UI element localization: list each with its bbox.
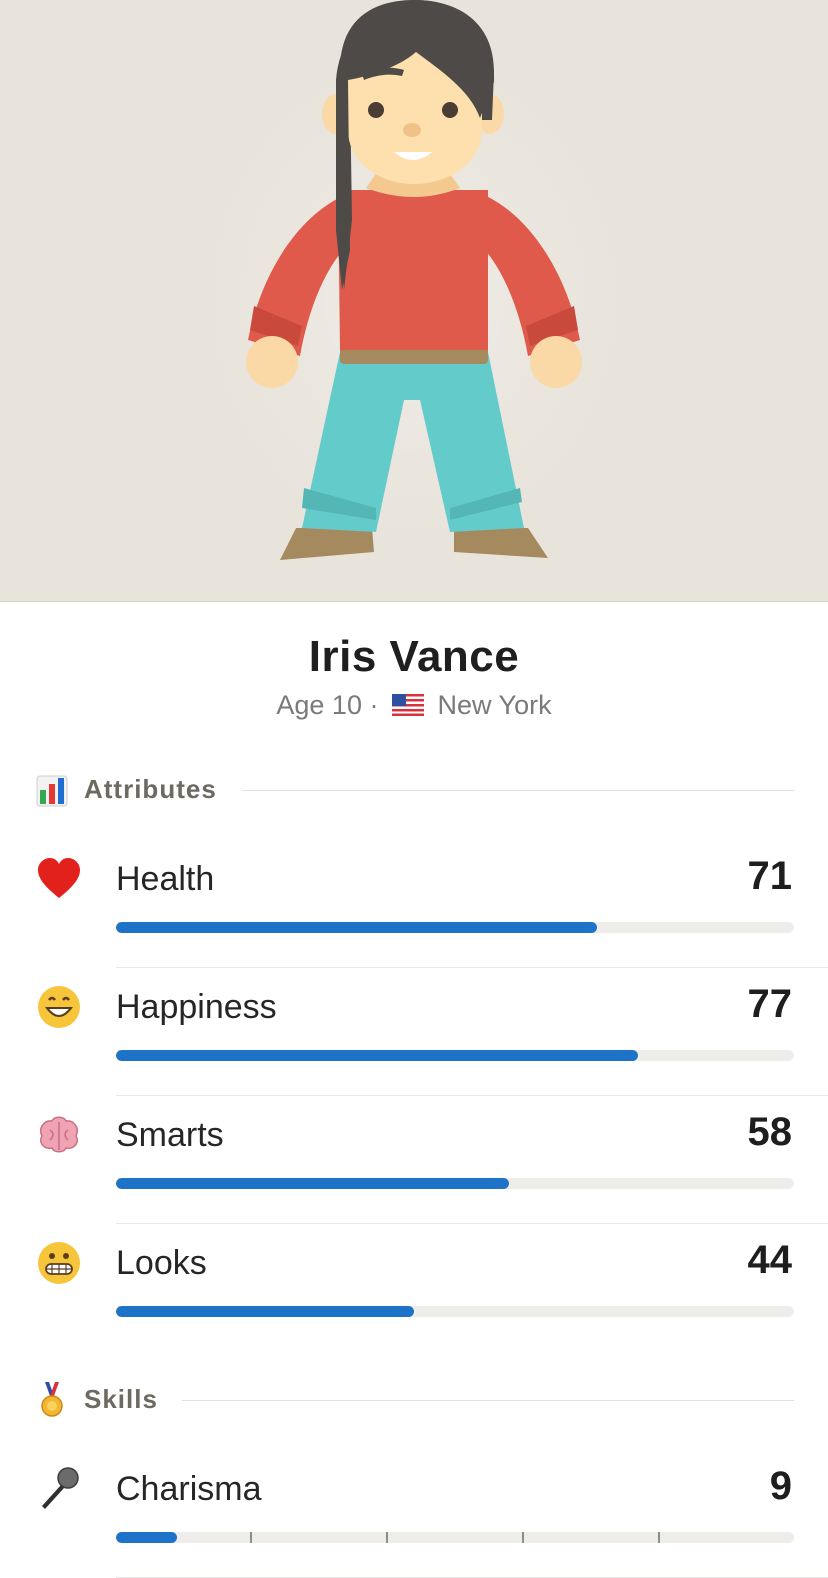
character-meta: Age 10 · New York	[0, 690, 828, 721]
attribute-progress-bar	[116, 922, 794, 933]
attributes-section-header: Attributes	[36, 772, 794, 808]
progress-fill	[116, 1178, 510, 1189]
attribute-value: 44	[747, 1238, 793, 1282]
bar-chart-icon	[36, 775, 68, 807]
skill-value: 9	[769, 1464, 792, 1508]
attribute-progress-bar	[116, 1178, 794, 1189]
attribute-row-looks[interactable]: Looks 44	[0, 1224, 828, 1352]
location-text: New York	[437, 690, 552, 720]
brain-icon	[40, 1116, 78, 1153]
medal-icon	[41, 1382, 63, 1417]
skills-section-header: Skills	[36, 1382, 794, 1418]
skill-row-charisma[interactable]: Charisma 9	[0, 1450, 828, 1578]
attribute-row-smarts[interactable]: Smarts 58	[0, 1096, 828, 1224]
section-divider	[182, 1400, 794, 1401]
progress-tick	[658, 1532, 660, 1543]
progress-tick	[522, 1532, 524, 1543]
red-heart-icon	[38, 858, 80, 898]
attribute-value: 71	[747, 854, 793, 898]
attribute-label: Happiness	[116, 988, 277, 1026]
character-avatar	[154, 0, 674, 600]
meta-separator: ·	[369, 690, 379, 720]
attribute-label: Smarts	[116, 1116, 224, 1154]
age-text: Age 10	[276, 690, 362, 720]
microphone-icon	[42, 1467, 79, 1509]
us-flag-icon	[392, 694, 424, 716]
attribute-row-happiness[interactable]: Happiness 77	[0, 968, 828, 1096]
progress-fill	[116, 1050, 639, 1061]
grinning-face-icon	[38, 986, 80, 1028]
attribute-label: Health	[116, 860, 215, 898]
attribute-value: 77	[747, 982, 793, 1026]
progress-fill	[116, 1532, 178, 1543]
attributes-title: Attributes	[84, 774, 217, 804]
skill-progress-bar	[116, 1532, 794, 1543]
skill-label: Charisma	[116, 1470, 262, 1508]
progress-fill	[116, 1306, 415, 1317]
attribute-label: Looks	[116, 1244, 207, 1282]
attribute-progress-bar	[116, 1306, 794, 1317]
skills-title: Skills	[84, 1384, 158, 1414]
avatar-hero	[0, 0, 828, 602]
character-name: Iris Vance	[308, 632, 520, 681]
progress-fill	[116, 922, 598, 933]
attribute-progress-bar	[116, 1050, 794, 1061]
attribute-value: 58	[747, 1110, 793, 1154]
progress-tick	[250, 1532, 252, 1543]
grimacing-face-icon	[38, 1242, 80, 1284]
section-divider	[242, 790, 794, 791]
attribute-row-health[interactable]: Health 71	[0, 840, 828, 968]
progress-tick	[386, 1532, 388, 1543]
